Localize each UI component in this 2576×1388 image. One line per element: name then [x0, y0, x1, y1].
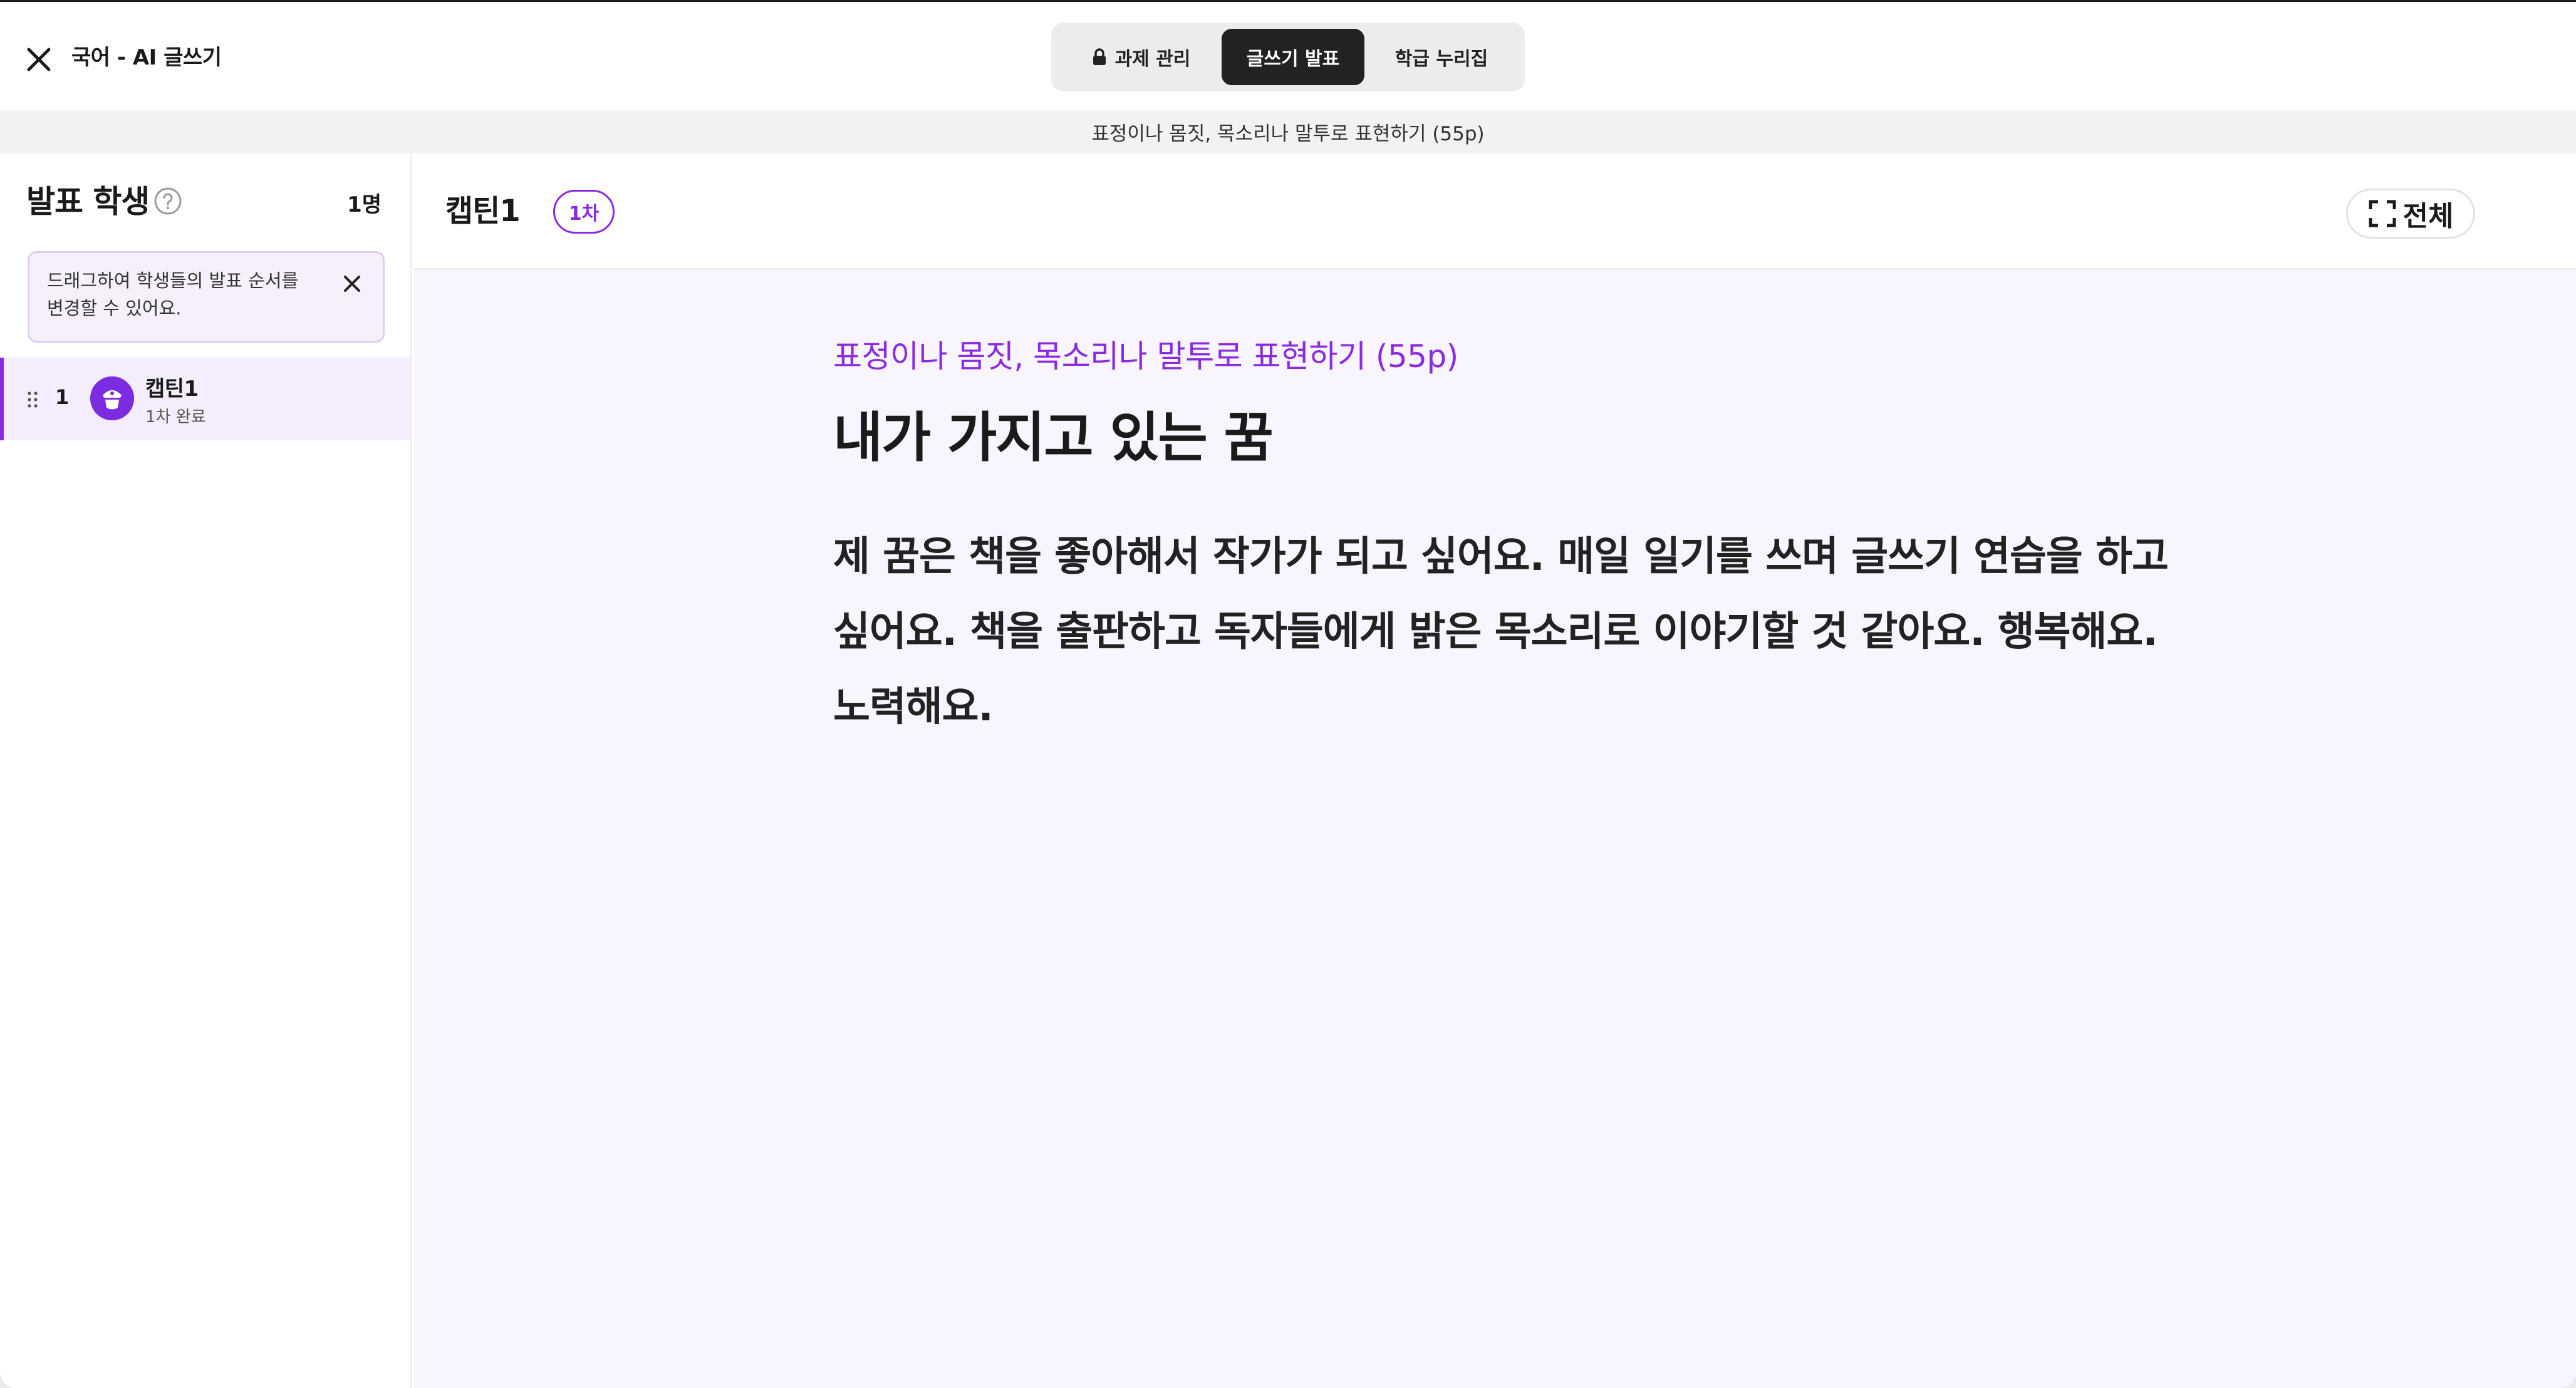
avatar [90, 376, 134, 420]
lesson-title: 표정이나 몸짓, 목소리나 말투로 표현하기 (55p) [1091, 123, 1485, 145]
reorder-notice: 드래그하여 학생들의 발표 순서를 변경할 수 있어요. [28, 251, 385, 343]
lock-icon [1093, 48, 1106, 65]
drag-handle-icon[interactable] [26, 390, 39, 409]
sidebar: 발표 학생 1명 드래그하여 학생들의 발표 순서를 변경할 수 있어요. 1 [0, 153, 412, 1388]
notice-text: 드래그하여 학생들의 발표 순서를 변경할 수 있어요. [47, 270, 299, 319]
round-badge: 1차 [553, 190, 615, 234]
app-window: 국어 - AI 글쓰기 과제 관리 글쓰기 발표 학급 누리집 표정이나 몸짓,… [0, 0, 2576, 1388]
tab-label: 글쓰기 발표 [1246, 48, 1340, 70]
student-list-item[interactable]: 1 캡틴1 1차 완료 [0, 358, 410, 440]
student-order-number: 1 [55, 385, 70, 409]
writing-body: 제 꿈은 책을 좋아해서 작가가 되고 싶어요. 매일 일기를 쓰며 글쓰기 연… [833, 534, 2169, 730]
tab-assignment-management[interactable]: 과제 관리 [1059, 29, 1223, 85]
tab-class-homepage[interactable]: 학급 누리집 [1366, 29, 1517, 85]
student-name: 캡틴1 [145, 376, 199, 401]
close-icon[interactable] [23, 43, 55, 76]
student-status: 1차 완료 [145, 408, 206, 427]
tab-label: 과제 관리 [1114, 48, 1191, 70]
tab-label: 학급 누리집 [1394, 48, 1488, 70]
presentation-header: 캡틴1 1차 전체 [414, 153, 2576, 270]
writing-title: 내가 가지고 있는 꿈 [833, 407, 1274, 469]
lesson-subheader: 표정이나 몸짓, 목소리나 말투로 표현하기 (55p) [0, 110, 2576, 153]
help-icon[interactable] [153, 186, 183, 216]
top-bar: 국어 - AI 글쓰기 과제 관리 글쓰기 발표 학급 누리집 [0, 2, 2576, 110]
app-title: 국어 - AI 글쓰기 [71, 45, 222, 70]
close-icon[interactable] [340, 272, 364, 296]
fullscreen-icon [2369, 200, 2396, 227]
fullscreen-label: 전체 [2402, 200, 2454, 232]
tab-bar: 과제 관리 글쓰기 발표 학급 누리집 [1051, 23, 1525, 91]
student-count: 1명 [347, 192, 382, 217]
presentation-panel: 캡틴1 1차 전체 표정이나 몸짓, 목소리나 말투로 표현하기 (55p) 내… [414, 153, 2576, 1388]
sidebar-title: 발표 학생 [26, 184, 150, 220]
tab-writing-presentation[interactable]: 글쓰기 발표 [1222, 29, 1364, 85]
presenter-name: 캡틴1 [445, 194, 521, 229]
fullscreen-button[interactable]: 전체 [2346, 189, 2475, 239]
writing-prompt: 표정이나 몸짓, 목소리나 말투로 표현하기 (55p) [833, 338, 1458, 375]
